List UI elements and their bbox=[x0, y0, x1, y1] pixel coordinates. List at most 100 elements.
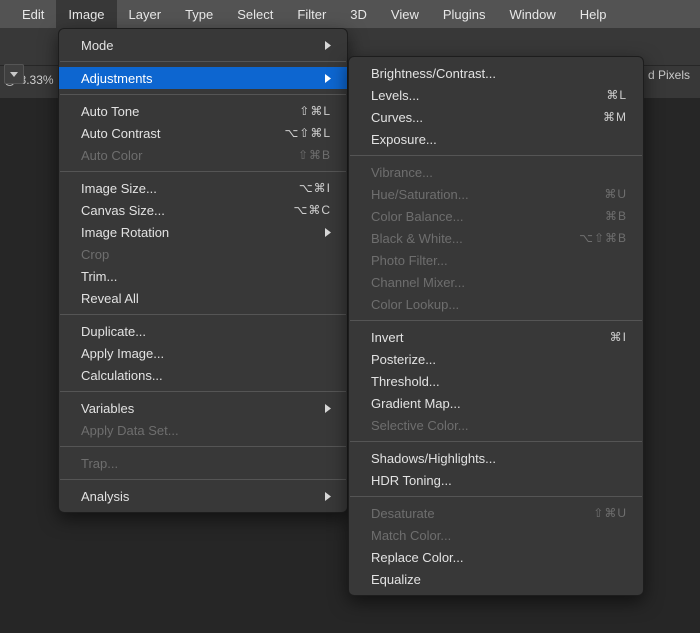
menu-item-label: Mode bbox=[81, 38, 317, 53]
menu-item-label: Color Lookup... bbox=[371, 297, 627, 312]
menu-item-shortcut: ⌘B bbox=[605, 209, 627, 223]
image-menu-item-auto-color: Auto Color⇧⌘B bbox=[59, 144, 347, 166]
image-menu-item-duplicate[interactable]: Duplicate... bbox=[59, 320, 347, 342]
menu-item-label: Crop bbox=[81, 247, 331, 262]
adjustments-menu-item-curves[interactable]: Curves...⌘M bbox=[349, 106, 643, 128]
menu-item-label: Black & White... bbox=[371, 231, 579, 246]
menu-item-shortcut: ⇧⌘U bbox=[593, 506, 627, 520]
menu-separator bbox=[60, 446, 346, 447]
adjustments-menu-item-selective-color: Selective Color... bbox=[349, 414, 643, 436]
adjustments-menu-item-exposure[interactable]: Exposure... bbox=[349, 128, 643, 150]
tool-preset-dropdown[interactable] bbox=[4, 64, 24, 84]
menu-item-label: Replace Color... bbox=[371, 550, 627, 565]
menubar-item-edit[interactable]: Edit bbox=[10, 0, 56, 28]
menu-item-label: Vibrance... bbox=[371, 165, 627, 180]
menu-item-label: Duplicate... bbox=[81, 324, 331, 339]
menu-item-label: Desaturate bbox=[371, 506, 593, 521]
image-menu-item-apply-image[interactable]: Apply Image... bbox=[59, 342, 347, 364]
menu-item-shortcut: ⌘I bbox=[610, 330, 627, 344]
image-menu-item-auto-contrast[interactable]: Auto Contrast⌥⇧⌘L bbox=[59, 122, 347, 144]
menubar-item-help[interactable]: Help bbox=[568, 0, 619, 28]
menu-item-label: Reveal All bbox=[81, 291, 331, 306]
menu-item-label: Apply Data Set... bbox=[81, 423, 331, 438]
menu-item-label: Auto Contrast bbox=[81, 126, 284, 141]
menu-item-shortcut: ⇧⌘L bbox=[299, 104, 331, 118]
image-menu: ModeAdjustmentsAuto Tone⇧⌘LAuto Contrast… bbox=[58, 28, 348, 513]
menubar-item-3d[interactable]: 3D bbox=[338, 0, 379, 28]
adjustments-menu-item-equalize[interactable]: Equalize bbox=[349, 568, 643, 590]
image-menu-item-image-rotation[interactable]: Image Rotation bbox=[59, 221, 347, 243]
menubar-item-select[interactable]: Select bbox=[225, 0, 285, 28]
menu-item-label: Analysis bbox=[81, 489, 317, 504]
menubar-item-type[interactable]: Type bbox=[173, 0, 225, 28]
menubar-item-plugins[interactable]: Plugins bbox=[431, 0, 498, 28]
image-menu-item-trim[interactable]: Trim... bbox=[59, 265, 347, 287]
menu-item-label: Adjustments bbox=[81, 71, 317, 86]
menubar-item-filter[interactable]: Filter bbox=[285, 0, 338, 28]
adjustments-menu-item-color-lookup: Color Lookup... bbox=[349, 293, 643, 315]
adjustments-submenu: Brightness/Contrast...Levels...⌘LCurves.… bbox=[348, 56, 644, 596]
adjustments-menu-item-gradient-map[interactable]: Gradient Map... bbox=[349, 392, 643, 414]
image-menu-item-mode[interactable]: Mode bbox=[59, 34, 347, 56]
menu-separator bbox=[60, 61, 346, 62]
adjustments-menu-item-shadows-highlights[interactable]: Shadows/Highlights... bbox=[349, 447, 643, 469]
adjustments-menu-item-match-color: Match Color... bbox=[349, 524, 643, 546]
menu-item-label: Color Balance... bbox=[371, 209, 605, 224]
adjustments-menu-item-channel-mixer: Channel Mixer... bbox=[349, 271, 643, 293]
menubar-item-layer[interactable]: Layer bbox=[117, 0, 174, 28]
menu-separator bbox=[60, 94, 346, 95]
menu-item-label: Invert bbox=[371, 330, 610, 345]
adjustments-menu-item-photo-filter: Photo Filter... bbox=[349, 249, 643, 271]
image-menu-item-reveal-all[interactable]: Reveal All bbox=[59, 287, 347, 309]
chevron-right-icon bbox=[325, 404, 331, 413]
menu-item-shortcut: ⌘U bbox=[604, 187, 627, 201]
image-menu-item-auto-tone[interactable]: Auto Tone⇧⌘L bbox=[59, 100, 347, 122]
menu-item-label: Exposure... bbox=[371, 132, 627, 147]
menu-item-label: Trim... bbox=[81, 269, 331, 284]
chevron-right-icon bbox=[325, 492, 331, 501]
menu-separator bbox=[60, 479, 346, 480]
image-menu-item-analysis[interactable]: Analysis bbox=[59, 485, 347, 507]
adjustments-menu-item-replace-color[interactable]: Replace Color... bbox=[349, 546, 643, 568]
menu-item-label: Auto Tone bbox=[81, 104, 299, 119]
adjustments-menu-item-levels[interactable]: Levels...⌘L bbox=[349, 84, 643, 106]
menu-separator bbox=[350, 155, 642, 156]
adjustments-menu-item-invert[interactable]: Invert⌘I bbox=[349, 326, 643, 348]
menu-item-label: Curves... bbox=[371, 110, 603, 125]
adjustments-menu-item-hdr-toning[interactable]: HDR Toning... bbox=[349, 469, 643, 491]
menubar: EditImageLayerTypeSelectFilter3DViewPlug… bbox=[0, 0, 700, 28]
menu-item-label: Image Rotation bbox=[81, 225, 317, 240]
menu-separator bbox=[350, 496, 642, 497]
adjustments-menu-item-vibrance: Vibrance... bbox=[349, 161, 643, 183]
menu-item-shortcut: ⌘L bbox=[606, 88, 627, 102]
menu-item-label: Calculations... bbox=[81, 368, 331, 383]
adjustments-menu-item-brightness-contrast[interactable]: Brightness/Contrast... bbox=[349, 62, 643, 84]
image-menu-item-calculations[interactable]: Calculations... bbox=[59, 364, 347, 386]
image-menu-item-canvas-size[interactable]: Canvas Size...⌥⌘C bbox=[59, 199, 347, 221]
menu-item-label: Trap... bbox=[81, 456, 331, 471]
menubar-item-window[interactable]: Window bbox=[498, 0, 568, 28]
menu-item-label: Brightness/Contrast... bbox=[371, 66, 627, 81]
adjustments-menu-item-posterize[interactable]: Posterize... bbox=[349, 348, 643, 370]
menu-item-shortcut: ⌘M bbox=[603, 110, 627, 124]
menu-item-shortcut: ⌥⇧⌘L bbox=[284, 126, 331, 140]
adjustments-menu-item-hue-saturation: Hue/Saturation...⌘U bbox=[349, 183, 643, 205]
menu-item-label: Match Color... bbox=[371, 528, 627, 543]
adjustments-menu-item-threshold[interactable]: Threshold... bbox=[349, 370, 643, 392]
menu-item-label: Canvas Size... bbox=[81, 203, 294, 218]
menubar-item-view[interactable]: View bbox=[379, 0, 431, 28]
adjustments-menu-item-color-balance: Color Balance...⌘B bbox=[349, 205, 643, 227]
image-menu-item-image-size[interactable]: Image Size...⌥⌘I bbox=[59, 177, 347, 199]
options-bar-fragment: d Pixels bbox=[648, 68, 690, 82]
menu-separator bbox=[350, 320, 642, 321]
image-menu-item-adjustments[interactable]: Adjustments bbox=[59, 67, 347, 89]
adjustments-menu-item-desaturate: Desaturate⇧⌘U bbox=[349, 502, 643, 524]
menubar-item-image[interactable]: Image bbox=[56, 0, 116, 28]
menu-separator bbox=[60, 314, 346, 315]
menu-item-label: Levels... bbox=[371, 88, 606, 103]
image-menu-item-variables[interactable]: Variables bbox=[59, 397, 347, 419]
menu-item-label: Gradient Map... bbox=[371, 396, 627, 411]
menu-item-label: Channel Mixer... bbox=[371, 275, 627, 290]
menu-item-label: Auto Color bbox=[81, 148, 298, 163]
menu-item-label: Equalize bbox=[371, 572, 627, 587]
